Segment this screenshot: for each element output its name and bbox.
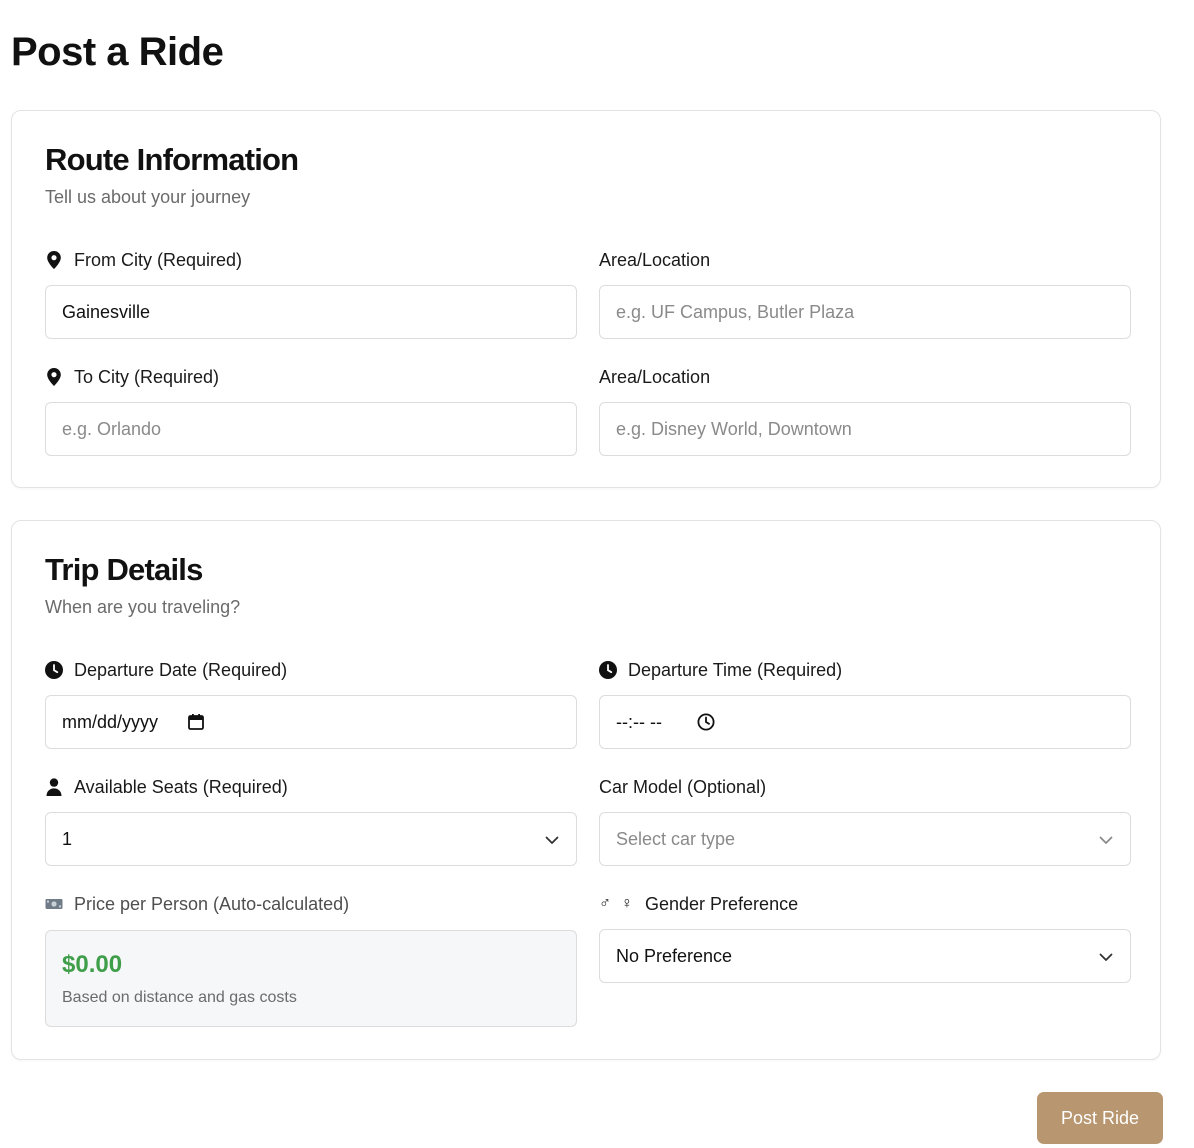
available-seats-label-text: Available Seats (Required): [74, 776, 288, 797]
car-model-value: Select car type: [616, 828, 736, 849]
price-label-text: Price per Person (Auto-calculated): [74, 893, 350, 914]
post-ride-button[interactable]: Post Ride: [1037, 1092, 1163, 1144]
map-pin-icon: [45, 251, 63, 269]
from-area-input[interactable]: [599, 285, 1131, 339]
trip-details-card: Trip Details When are you traveling? Dep…: [11, 520, 1161, 1060]
trip-card-subtitle: When are you traveling?: [45, 597, 241, 617]
map-pin-icon: [45, 368, 63, 386]
to-area-input[interactable]: [599, 402, 1131, 456]
clock-icon: [599, 661, 617, 679]
clock-outline-icon[interactable]: [696, 712, 716, 732]
price-value: $0.00: [62, 951, 123, 978]
male-icon: ♂: [599, 895, 611, 912]
money-icon: [45, 895, 63, 913]
car-model-select[interactable]: Select car type: [599, 812, 1131, 866]
female-icon: ♀: [621, 895, 633, 912]
available-seats-label: Available Seats (Required): [45, 775, 288, 799]
route-information-card: Route Information Tell us about your jou…: [11, 110, 1161, 488]
gender-preference-label-text: Gender Preference: [645, 893, 799, 914]
to-city-input[interactable]: [45, 402, 577, 456]
departure-date-label-text: Departure Date (Required): [74, 659, 288, 680]
available-seats-select[interactable]: 1: [45, 812, 577, 866]
chevron-down-icon: [1096, 830, 1116, 850]
chevron-down-icon: [1096, 947, 1116, 967]
clock-icon: [45, 661, 63, 679]
gender-preference-label: ♂ ♀ Gender Preference: [599, 892, 798, 916]
price-label: Price per Person (Auto-calculated): [45, 892, 349, 916]
departure-date-value: mm/dd/yyyy: [62, 711, 159, 732]
person-icon: [45, 778, 63, 796]
to-city-label-text: To City (Required): [74, 366, 220, 387]
to-area-label: Area/Location: [599, 365, 710, 389]
post-ride-page: Post a Ride Route Information Tell us ab…: [0, 0, 1194, 1148]
gender-preference-select[interactable]: No Preference: [599, 929, 1131, 983]
departure-date-input[interactable]: mm/dd/yyyy: [45, 695, 577, 749]
available-seats-value: 1: [62, 828, 73, 849]
departure-time-value: --:-- --: [616, 711, 662, 732]
departure-date-label: Departure Date (Required): [45, 658, 287, 682]
gender-preference-value: No Preference: [616, 945, 733, 966]
to-area-label-text: Area/Location: [599, 366, 711, 387]
departure-time-label: Departure Time (Required): [599, 658, 842, 682]
trip-card-title: Trip Details: [45, 552, 203, 587]
from-city-input[interactable]: [45, 285, 577, 339]
route-card-subtitle: Tell us about your journey: [45, 187, 251, 207]
price-note: Based on distance and gas costs: [62, 989, 297, 1006]
price-display: $0.00 Based on distance and gas costs: [45, 930, 577, 1027]
route-card-title: Route Information: [45, 142, 299, 177]
departure-time-label-text: Departure Time (Required): [628, 659, 843, 680]
car-model-label: Car Model (Optional): [599, 775, 766, 799]
page-title: Post a Ride: [11, 30, 224, 74]
from-area-label: Area/Location: [599, 248, 710, 272]
chevron-down-icon: [542, 830, 562, 850]
to-city-label: To City (Required): [45, 365, 219, 389]
car-model-label-text: Car Model (Optional): [599, 776, 767, 797]
from-city-label-text: From City (Required): [74, 249, 243, 270]
from-city-label: From City (Required): [45, 248, 242, 272]
from-area-label-text: Area/Location: [599, 249, 711, 270]
departure-time-input[interactable]: --:-- --: [599, 695, 1131, 749]
calendar-icon[interactable]: [186, 712, 206, 732]
